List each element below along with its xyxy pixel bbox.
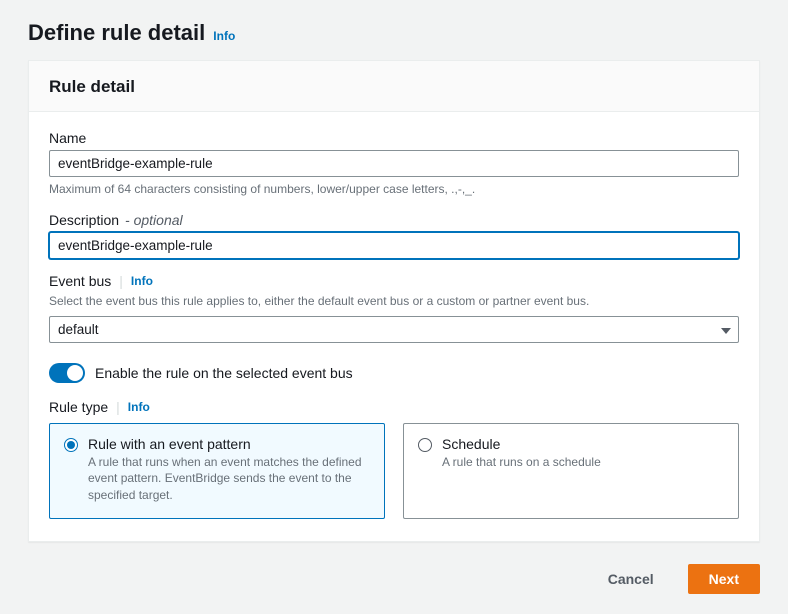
rule-detail-panel: Rule detail Name Maximum of 64 character… [28,60,760,542]
radio-icon [418,438,432,452]
event-bus-label: Event bus [49,273,111,289]
cancel-button[interactable]: Cancel [588,565,674,593]
description-field: Description - optional [49,212,739,259]
label-separator: | [116,399,120,415]
label-separator: | [119,273,123,289]
page-info-link[interactable]: Info [213,29,235,43]
footer-actions: Cancel Next [28,564,760,594]
event-bus-helper: Select the event bus this rule applies t… [49,293,739,310]
name-label: Name [49,130,739,146]
name-helper: Maximum of 64 characters consisting of n… [49,181,739,198]
description-optional: - optional [125,212,183,228]
option-title: Schedule [442,436,601,452]
option-desc: A rule that runs on a schedule [442,454,601,471]
rule-type-schedule[interactable]: Schedule A rule that runs on a schedule [403,423,739,519]
rule-type-info-link[interactable]: Info [128,400,150,414]
event-bus-info-link[interactable]: Info [131,274,153,288]
toggle-knob [67,365,83,381]
description-input[interactable] [49,232,739,259]
panel-title: Rule detail [49,77,739,97]
page-header: Define rule detail Info [28,20,760,46]
rule-type-event-pattern[interactable]: Rule with an event pattern A rule that r… [49,423,385,519]
event-bus-field: Event bus | Info Select the event bus th… [49,273,739,343]
panel-body: Name Maximum of 64 characters consisting… [29,112,759,541]
option-title: Rule with an event pattern [88,436,370,452]
rule-type-label-row: Rule type | Info [49,399,739,415]
event-bus-label-row: Event bus | Info [49,273,739,289]
description-label-text: Description [49,212,119,228]
page-title: Define rule detail [28,20,205,46]
next-button[interactable]: Next [688,564,760,594]
rule-type-field: Rule type | Info Rule with an event patt… [49,399,739,519]
description-label: Description - optional [49,212,739,228]
enable-toggle-row: Enable the rule on the selected event bu… [49,363,739,383]
panel-header: Rule detail [29,61,759,112]
option-content: Rule with an event pattern A rule that r… [88,436,370,504]
enable-label: Enable the rule on the selected event bu… [95,365,353,381]
radio-icon [64,438,78,452]
event-bus-select[interactable] [49,316,739,343]
event-bus-value[interactable] [49,316,739,343]
enable-toggle[interactable] [49,363,85,383]
option-desc: A rule that runs when an event matches t… [88,454,370,504]
name-field: Name Maximum of 64 characters consisting… [49,130,739,198]
option-content: Schedule A rule that runs on a schedule [442,436,601,504]
name-input[interactable] [49,150,739,177]
rule-type-label: Rule type [49,399,108,415]
rule-type-options: Rule with an event pattern A rule that r… [49,423,739,519]
